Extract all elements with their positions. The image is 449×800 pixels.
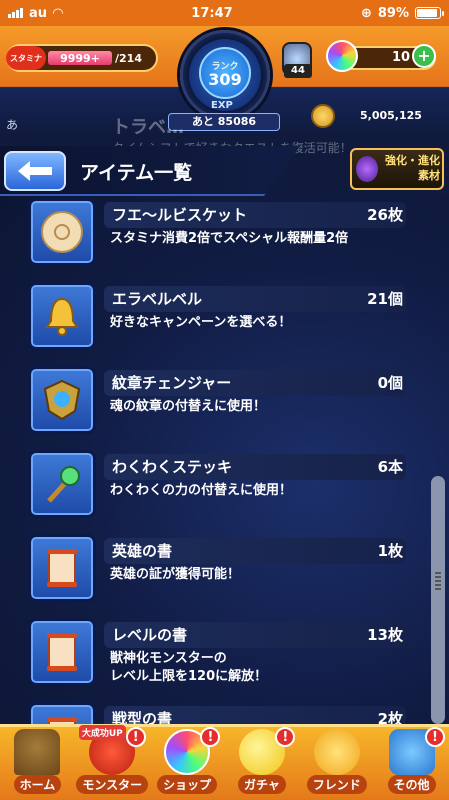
nav-gacha[interactable]: ! ガチャ: [224, 727, 299, 800]
item-desc: 英雄の証が獲得可能！: [110, 567, 241, 582]
scroll-icon: [28, 618, 96, 686]
battery-percent: 89%: [377, 5, 409, 21]
item-name: 紋章チェンジャー: [112, 374, 232, 392]
nav-label: モンスター: [76, 775, 149, 794]
item-desc: わくわくの力の付替えに使用！: [110, 483, 293, 498]
list-item[interactable]: 英雄の書 1枚 英雄の証が獲得可能！: [0, 534, 449, 618]
item-name: 英雄の書: [112, 542, 173, 560]
item-count: 21個: [367, 290, 403, 308]
scroll-icon: [28, 702, 96, 724]
item-desc: 好きなキャンペーンを選べる！: [110, 315, 292, 330]
status-left: au ◠: [8, 6, 63, 21]
nav-label: ショップ: [157, 775, 218, 794]
stamina-label: スタミナ: [6, 46, 46, 70]
item-count: 2枚: [377, 710, 403, 724]
stamina-max: /214: [115, 51, 142, 65]
item-count: 0個: [377, 374, 403, 392]
status-right: ⊕ 89%: [360, 5, 444, 21]
nav-friend[interactable]: フレンド: [299, 727, 374, 800]
evolve-label-line1: 強化・進化: [385, 154, 440, 167]
emblem-icon: [28, 366, 96, 434]
item-desc: 獣神化モンスターの レベル上限を120に解放！: [110, 651, 268, 684]
calendar-count: 44: [284, 64, 312, 78]
evolve-material-button[interactable]: 強化・進化 素材: [350, 148, 444, 190]
nav-label: ガチャ: [237, 775, 286, 794]
nav-home[interactable]: ホーム: [0, 727, 75, 800]
page-title: アイテム一覧: [80, 162, 193, 184]
nav-badge: !: [275, 727, 296, 747]
signal-icon: [8, 8, 23, 18]
rank-inner: ランク 309: [199, 47, 251, 99]
back-arrow-icon: [18, 161, 52, 181]
orientation-lock-icon: ⊕: [360, 5, 372, 21]
nav-badge: !: [125, 727, 146, 747]
item-name: レベルの書: [112, 626, 188, 644]
bell-icon: [28, 282, 96, 350]
bottom-nav: ホーム 大成功UP ! モンスター ! ショップ ! ガチャ フレンド ! その…: [0, 724, 449, 800]
home-icon: [14, 729, 61, 775]
item-count: 6本: [377, 458, 403, 476]
evolve-label-line2: 素材: [418, 169, 440, 182]
biscuit-icon: [28, 198, 96, 266]
list-item[interactable]: レベルの書 13枚 獣神化モンスターの レベル上限を120に解放！: [0, 618, 449, 702]
item-name: わくわくステッキ: [112, 458, 233, 476]
list-item[interactable]: 紋章チェンジャー 0個 魂の紋章の付替えに使用！: [0, 366, 449, 450]
item-name: エラベルベル: [112, 290, 203, 308]
list-item[interactable]: わくわくステッキ 6本 わくわくの力の付替えに使用！: [0, 450, 449, 534]
item-count: 13枚: [367, 626, 403, 644]
item-count: 1枚: [377, 542, 403, 560]
list-item[interactable]: フエ〜ルビスケット 26枚 スタミナ消費2倍でスペシャル報酬量2倍: [0, 198, 449, 282]
orb-icon: [326, 40, 358, 72]
item-desc: スタミナ消費2倍でスペシャル報酬量2倍: [110, 231, 349, 246]
friend-icon: [313, 729, 360, 775]
item-count: 26枚: [367, 206, 403, 224]
nav-label: その他: [387, 775, 436, 794]
scrollbar-grip[interactable]: [435, 572, 441, 590]
clock: 17:47: [191, 5, 233, 21]
orb-count: 10: [392, 50, 411, 65]
nav-badge: !: [424, 727, 445, 747]
nav-ribbon: 大成功UP: [78, 725, 126, 740]
wand-icon: [28, 450, 96, 518]
carrier-label: au: [29, 5, 48, 21]
ghost-item-title: トラベ…: [112, 117, 184, 138]
back-button[interactable]: [4, 151, 66, 191]
item-name: 戦型の書: [112, 710, 173, 724]
status-bar: au ◠ 17:47 ⊕ 89%: [0, 0, 449, 26]
side-mark: あ: [6, 118, 19, 132]
battery-icon: [414, 7, 444, 19]
nav-monster[interactable]: 大成功UP ! モンスター: [75, 725, 150, 800]
scrollbar[interactable]: [431, 476, 445, 724]
list-item[interactable]: 戦型の書 2枚: [0, 702, 449, 724]
item-name: フエ〜ルビスケット: [112, 206, 248, 224]
exp-label: EXP: [211, 100, 233, 111]
scroll-icon: [28, 534, 96, 602]
rank-value: 309: [208, 69, 242, 89]
item-list[interactable]: フエ〜ルビスケット 26枚 スタミナ消費2倍でスペシャル報酬量2倍 エラベルベル…: [0, 196, 449, 724]
nav-shop[interactable]: ! ショップ: [150, 727, 225, 800]
add-orb-button[interactable]: +: [412, 44, 436, 68]
nav-badge: !: [200, 727, 221, 747]
evolve-label: 強化・進化 素材: [360, 153, 440, 183]
item-desc: 魂の紋章の付替えに使用！: [110, 399, 267, 414]
nav-label: フレンド: [306, 775, 367, 794]
wifi-icon: ◠: [53, 5, 64, 21]
stamina-value: 9999+: [48, 51, 112, 65]
nav-label: ホーム: [13, 775, 62, 794]
stamina-box[interactable]: スタミナ 9999+ /214: [6, 44, 158, 72]
nav-other[interactable]: ! その他: [374, 727, 449, 800]
list-item[interactable]: エラベルベル 21個 好きなキャンペーンを選べる！: [0, 282, 449, 366]
